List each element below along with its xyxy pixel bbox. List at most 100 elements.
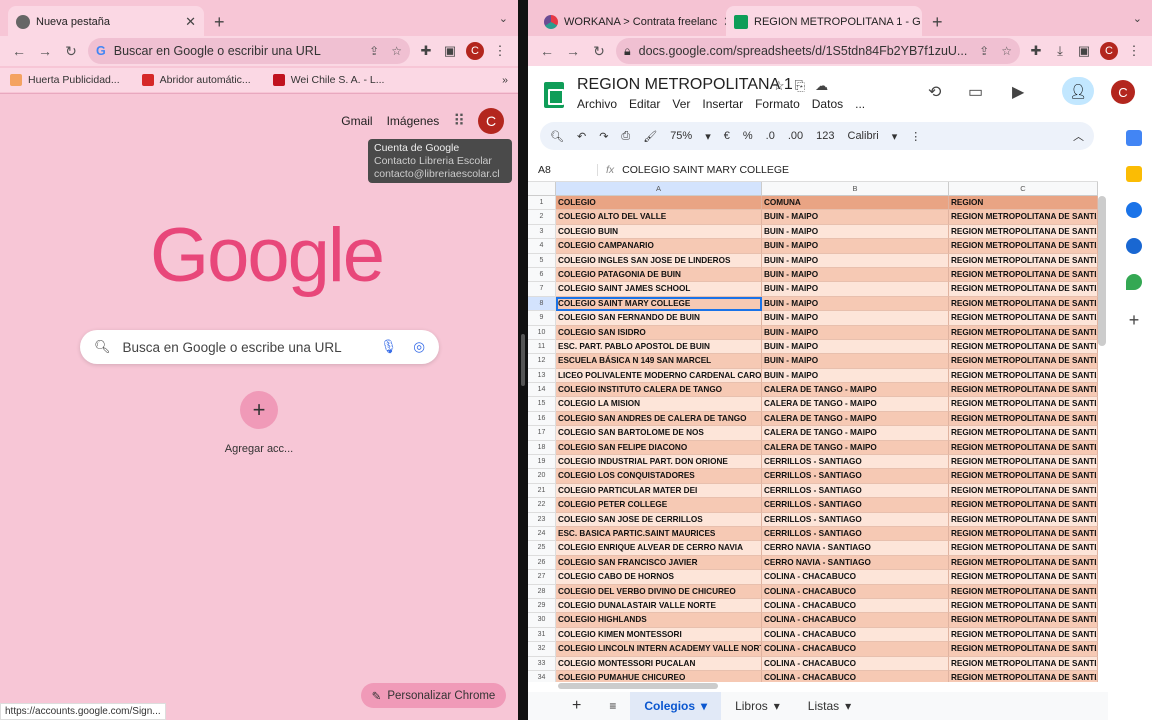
grid-cell[interactable]: BUIN - MAIPO bbox=[762, 325, 949, 340]
extensions-icon[interactable]: ✚ bbox=[414, 43, 438, 59]
grid-cell[interactable]: REGION METROPOLITANA DE SANTIAGO bbox=[949, 368, 1098, 384]
tab-sheets[interactable]: REGION METROPOLITANA 1 - G ✕ bbox=[726, 6, 922, 38]
grid-cell[interactable]: COLINA - CHACABUCO bbox=[762, 584, 949, 599]
grid-cell[interactable]: CERRILLOS - SANTIAGO bbox=[762, 469, 949, 484]
zoom-select[interactable]: 75% bbox=[670, 130, 692, 142]
share-icon[interactable]: ⇪ bbox=[979, 44, 989, 58]
grid-cell[interactable]: BUIN - MAIPO bbox=[762, 267, 949, 283]
row-number[interactable]: 25 bbox=[528, 541, 556, 556]
grid-cell[interactable]: CALERA DE TANGO - MAIPO bbox=[762, 426, 949, 441]
row-number[interactable]: 2 bbox=[528, 210, 556, 225]
grid-cell[interactable]: COLEGIO SAN JOSE DE CERRILLOS bbox=[556, 512, 762, 527]
grid-cell[interactable]: COLINA - CHACABUCO bbox=[762, 598, 949, 614]
grid-cell[interactable]: BUIN - MAIPO bbox=[762, 368, 949, 384]
row-number[interactable]: 20 bbox=[528, 469, 556, 484]
tasks-icon[interactable] bbox=[1126, 202, 1142, 218]
menu-insertar[interactable]: Insertar bbox=[702, 97, 743, 111]
keep-icon[interactable] bbox=[1126, 166, 1142, 182]
row-number[interactable]: 10 bbox=[528, 325, 556, 340]
grid-cell[interactable]: COLEGIO SAINT JAMES SCHOOL bbox=[556, 282, 762, 297]
increase-decimal-icon[interactable]: .00 bbox=[788, 130, 803, 142]
grid-cell[interactable]: REGION METROPOLITANA DE SANTIAGO bbox=[949, 455, 1098, 470]
row-number[interactable]: 26 bbox=[528, 555, 556, 571]
customize-chrome-button[interactable]: ✎ Personalizar Chrome bbox=[361, 683, 506, 708]
grid-cell[interactable]: COLEGIO INSTITUTO CALERA DE TANGO bbox=[556, 383, 762, 398]
gmail-link[interactable]: Gmail bbox=[341, 114, 372, 128]
all-sheets-icon[interactable]: ≡ bbox=[595, 692, 630, 720]
grid-cell[interactable]: REGION METROPOLITANA DE SANTIAGO bbox=[949, 339, 1098, 355]
grid-cell[interactable]: REGION METROPOLITANA DE SANTIAGO bbox=[949, 311, 1098, 326]
decrease-decimal-icon[interactable]: .0 bbox=[766, 130, 775, 142]
grid-cell[interactable]: REGION METROPOLITANA DE SANTIAGO bbox=[949, 426, 1098, 441]
grid-cell[interactable]: COLEGIO SAN FRANCISCO JAVIER bbox=[556, 555, 762, 571]
grid-cell[interactable]: BUIN - MAIPO bbox=[762, 210, 949, 225]
grid-cell[interactable]: REGION METROPOLITANA DE SANTIAGO bbox=[949, 642, 1098, 657]
history-icon[interactable]: ⟲ bbox=[928, 82, 941, 102]
row-number[interactable]: 3 bbox=[528, 224, 556, 240]
print-icon[interactable]: ⎙ bbox=[621, 130, 630, 143]
grid-cell[interactable]: CALERA DE TANGO - MAIPO bbox=[762, 440, 949, 456]
row-number[interactable]: 28 bbox=[528, 584, 556, 599]
row-number[interactable]: 16 bbox=[528, 411, 556, 427]
menu-ver[interactable]: Ver bbox=[672, 97, 690, 111]
row-number[interactable]: 19 bbox=[528, 455, 556, 470]
grid-cell[interactable]: COLINA - CHACABUCO bbox=[762, 570, 949, 585]
row-number[interactable]: 12 bbox=[528, 354, 556, 369]
row-number[interactable]: 4 bbox=[528, 239, 556, 254]
more-options-icon[interactable]: ⋮ bbox=[910, 130, 921, 143]
grid-cell[interactable]: REGION METROPOLITANA DE SANTIAGO bbox=[949, 224, 1098, 240]
close-tab-icon[interactable]: ✕ bbox=[921, 14, 922, 30]
search-menus-icon[interactable]: 🔍︎ bbox=[550, 130, 564, 143]
google-search-box[interactable]: 🔍︎ Busca en Google o escribe una URL 🎙︎ ◎ bbox=[80, 330, 439, 364]
grid-cell[interactable]: COLEGIO PARTICULAR MATER DEI bbox=[556, 483, 762, 499]
grid-cell[interactable]: CERRILLOS - SANTIAGO bbox=[762, 526, 949, 542]
grid-cell[interactable]: BUIN - MAIPO bbox=[762, 354, 949, 369]
grid-cell[interactable]: COLEGIO PATAGONIA DE BUIN bbox=[556, 267, 762, 283]
grid-cell[interactable]: REGION METROPOLITANA DE SANTIAGO bbox=[949, 397, 1098, 412]
grid-cell[interactable]: REGION METROPOLITANA DE SANTIAGO bbox=[949, 656, 1098, 671]
vertical-scrollbar[interactable] bbox=[1098, 196, 1106, 346]
grid-cell[interactable]: COLEGIO SAN FELIPE DIACONO bbox=[556, 440, 762, 456]
tab-search-chevron-icon[interactable]: ⌄ bbox=[1133, 12, 1142, 25]
grid-cell[interactable]: REGION METROPOLITANA DE SANTIAGO bbox=[949, 555, 1098, 571]
grid-cell[interactable]: REGION METROPOLITANA DE SANTIAGO bbox=[949, 253, 1098, 268]
grid-cell[interactable]: COLEGIO LA MISION bbox=[556, 397, 762, 412]
address-bar[interactable]: 🔒︎ docs.google.com/spreadsheets/d/1S5tdn… bbox=[616, 38, 1020, 64]
row-number[interactable]: 27 bbox=[528, 570, 556, 585]
grid-cell[interactable]: COLINA - CHACABUCO bbox=[762, 627, 949, 643]
grid-cell[interactable]: COLEGIO CABO DE HORNOS bbox=[556, 570, 762, 585]
row-number[interactable]: 13 bbox=[528, 368, 556, 384]
comments-icon[interactable]: ▭ bbox=[968, 82, 983, 102]
grid-cell[interactable]: COLINA - CHACABUCO bbox=[762, 642, 949, 657]
select-all-corner[interactable] bbox=[528, 182, 556, 196]
grid-cell[interactable]: COLEGIO bbox=[556, 196, 762, 211]
sheet-tab-listas[interactable]: Listas ▾ bbox=[794, 692, 865, 720]
menu-more[interactable]: ... bbox=[855, 97, 865, 111]
window-split-divider[interactable] bbox=[518, 0, 528, 720]
column-header-b[interactable]: B bbox=[762, 182, 949, 196]
bookmark-item[interactable]: Abridor automátic... bbox=[141, 74, 251, 86]
add-sheet-icon[interactable]: + bbox=[528, 692, 595, 720]
row-number[interactable]: 32 bbox=[528, 642, 556, 657]
row-number[interactable]: 5 bbox=[528, 253, 556, 268]
row-number[interactable]: 34 bbox=[528, 670, 556, 682]
grid-cell[interactable]: COLEGIO MONTESSORI PUCALAN bbox=[556, 656, 762, 671]
google-account-avatar[interactable]: C bbox=[478, 108, 504, 134]
download-icon[interactable]: ⤓ bbox=[1048, 43, 1072, 59]
font-select[interactable]: Calibri bbox=[848, 130, 879, 142]
grid-cell[interactable]: COLEGIO CAMPANARIO bbox=[556, 239, 762, 254]
grid-cell[interactable]: COLEGIO SAN ANDRES DE CALERA DE TANGO bbox=[556, 411, 762, 427]
percent-icon[interactable]: % bbox=[743, 130, 753, 142]
add-shortcut-button[interactable]: + bbox=[240, 391, 278, 429]
close-tab-icon[interactable]: ✕ bbox=[717, 14, 726, 30]
row-number[interactable]: 31 bbox=[528, 627, 556, 643]
grid-cell[interactable]: COLEGIO SAN FERNANDO DE BUIN bbox=[556, 311, 762, 326]
row-number[interactable]: 18 bbox=[528, 440, 556, 456]
close-tab-icon[interactable]: ✕ bbox=[179, 14, 196, 30]
grid-cell[interactable]: COLEGIO SAINT MARY COLLEGE bbox=[556, 296, 762, 312]
grid-cell[interactable]: REGION METROPOLITANA DE SANTIAGO bbox=[949, 282, 1098, 297]
grid-cell[interactable]: REGION METROPOLITANA DE SANTIAGO bbox=[949, 541, 1098, 556]
grid-cell[interactable]: REGION METROPOLITANA DE SANTIAGO bbox=[949, 267, 1098, 283]
bookmark-item[interactable]: Wei Chile S. A. - L... bbox=[272, 74, 384, 86]
grid-cell[interactable]: COLEGIO INGLES SAN JOSE DE LINDEROS bbox=[556, 253, 762, 268]
